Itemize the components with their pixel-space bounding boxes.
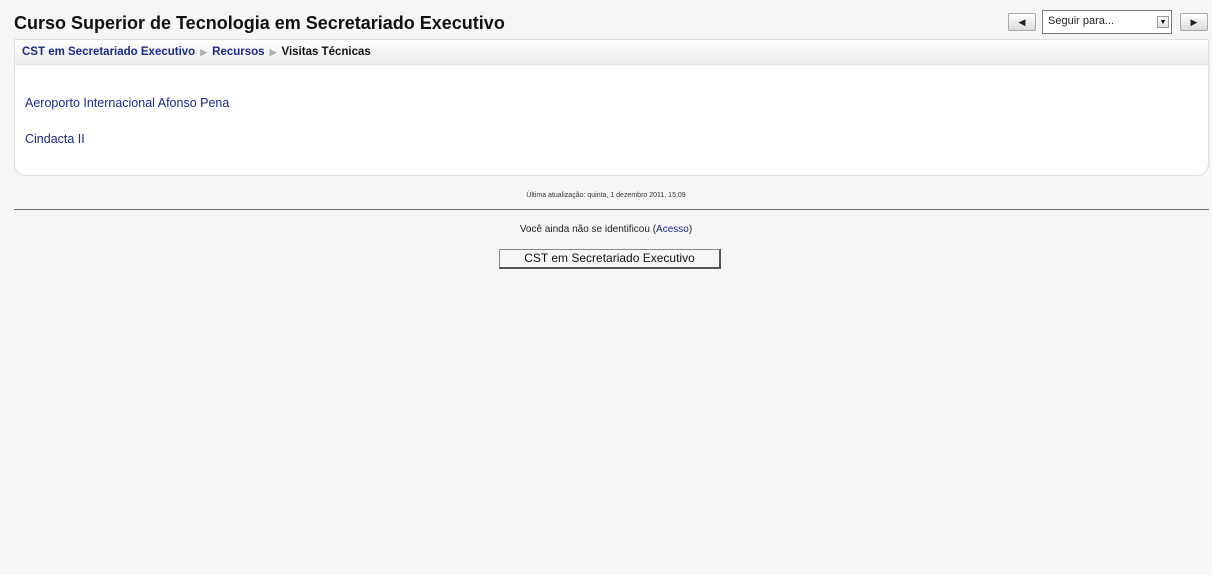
jump-navigation: ◀ Seguir para... ▼ ▶	[1008, 9, 1208, 35]
jump-to-select[interactable]: Seguir para... ▼	[1042, 10, 1172, 34]
breadcrumb-course-link[interactable]: CST em Secretariado Executivo	[22, 46, 195, 58]
resource-list: Aeroporto Internacional Afonso Pena Cind…	[14, 66, 1209, 176]
breadcrumb-resources-link[interactable]: Recursos	[212, 46, 264, 58]
course-home-button[interactable]: CST em Secretariado Executivo	[499, 249, 721, 269]
breadcrumb-current: Visitas Técnicas	[281, 46, 371, 58]
login-info: Você ainda não se identificou (Acesso)	[519, 224, 693, 235]
login-link[interactable]: Acesso	[656, 224, 689, 235]
triangle-right-icon: ▶	[1190, 16, 1198, 27]
breadcrumb-separator-icon: ▶	[200, 46, 208, 57]
footer-divider	[14, 209, 1209, 210]
login-status-text: Você ainda não se identificou	[519, 224, 650, 235]
breadcrumb: CST em Secretariado Executivo ▶ Recursos…	[14, 39, 1209, 65]
previous-activity-button[interactable]: ◀	[1008, 13, 1036, 31]
jump-to-select-value: Seguir para...	[1048, 15, 1115, 27]
site-title: Curso Superior de Tecnologia em Secretar…	[14, 13, 505, 33]
resource-link-aeroporto[interactable]: Aeroporto Internacional Afonso Pena	[25, 96, 229, 110]
header: Curso Superior de Tecnologia em Secretar…	[14, 9, 1208, 39]
page: Curso Superior de Tecnologia em Secretar…	[0, 0, 1212, 575]
breadcrumb-separator-icon: ▶	[269, 46, 277, 57]
last-updated-text: Última atualização: quinta, 1 dezembro 2…	[526, 192, 686, 199]
resource-link-cindacta[interactable]: Cindacta II	[25, 132, 85, 146]
triangle-left-icon: ◀	[1018, 16, 1026, 27]
next-activity-button[interactable]: ▶	[1180, 13, 1208, 31]
chevron-down-icon[interactable]: ▼	[1157, 16, 1169, 28]
